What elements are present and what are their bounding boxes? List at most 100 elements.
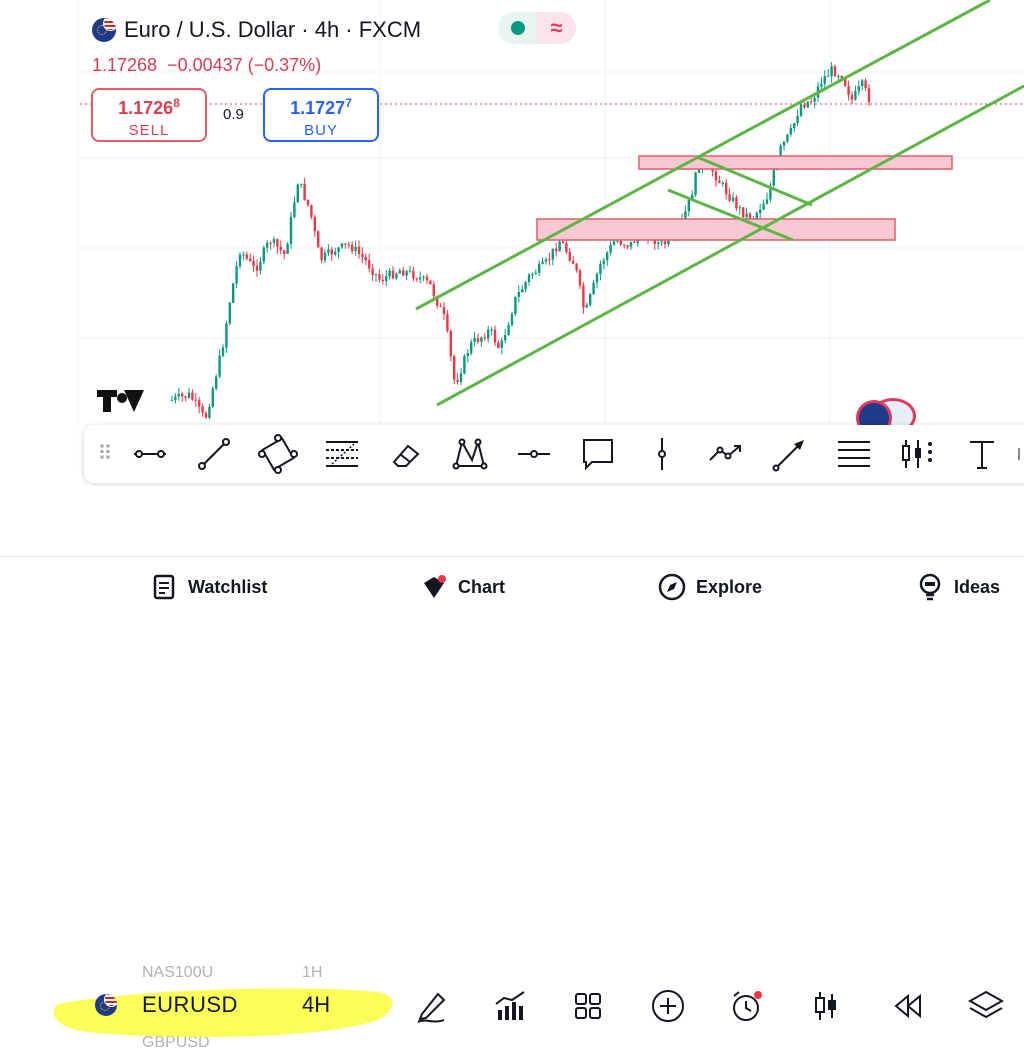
- candle-body: [398, 270, 401, 274]
- add-icon[interactable]: [646, 986, 690, 1026]
- nav-explore[interactable]: Explore: [658, 569, 762, 605]
- candle-body: [735, 197, 738, 209]
- candle-body: [731, 197, 735, 201]
- candle-body: [337, 247, 340, 253]
- layers-icon[interactable]: [964, 986, 1008, 1026]
- market-status-pill[interactable]: ≈: [498, 12, 576, 44]
- candle-body: [527, 274, 531, 282]
- candle-body: [470, 341, 473, 354]
- symbol-name[interactable]: EURUSD: [142, 992, 238, 1018]
- candle-body: [327, 249, 330, 253]
- candlestick-icon[interactable]: [804, 986, 848, 1026]
- channel-lower-line[interactable]: [436, 84, 1024, 407]
- candle-body: [803, 104, 806, 108]
- candle-body: [357, 246, 361, 254]
- candle-body: [742, 207, 745, 218]
- eurusd-flag-icon: [92, 18, 116, 42]
- candle-body: [514, 296, 517, 314]
- candle-body: [738, 207, 741, 209]
- buy-button[interactable]: 1.17277 BUY: [263, 88, 379, 142]
- candle-body: [497, 342, 500, 348]
- horizontal-line-icon[interactable]: [118, 429, 182, 479]
- horizontal-ray-icon[interactable]: [502, 429, 566, 479]
- candle-body: [191, 392, 194, 400]
- timeframe-selector[interactable]: 4H: [302, 992, 330, 1018]
- candle-body: [272, 239, 276, 243]
- candle-body: [306, 199, 310, 205]
- candle-body: [204, 412, 208, 418]
- candle-body: [575, 263, 578, 271]
- candle-body: [388, 270, 391, 277]
- replay-icon[interactable]: [884, 986, 928, 1026]
- candle-body: [799, 104, 803, 116]
- candle-body: [833, 66, 837, 77]
- arrow-icon[interactable]: [758, 429, 822, 479]
- path-icon[interactable]: [694, 429, 758, 479]
- more-icon[interactable]: [1014, 429, 1024, 479]
- eraser-icon[interactable]: [374, 429, 438, 479]
- candle-body: [844, 79, 847, 86]
- candle-body: [534, 272, 537, 275]
- candle-body: [177, 393, 180, 397]
- channel-upper-line[interactable]: [415, 0, 991, 311]
- candle-body: [276, 239, 279, 247]
- candle-body: [589, 294, 592, 305]
- chart-area[interactable]: Euro / U.S. Dollar · 4h · FXCM ≈ 1.17268…: [0, 0, 1024, 425]
- nav-chart[interactable]: Chart: [420, 569, 505, 605]
- candle-body: [313, 216, 316, 232]
- candle-body: [762, 203, 765, 210]
- indicators-icon[interactable]: [488, 986, 532, 1026]
- candle-body: [493, 329, 497, 343]
- candle-body: [517, 292, 520, 297]
- candle-body: [725, 182, 728, 195]
- candle-body: [687, 199, 690, 212]
- candle-body: [500, 340, 503, 348]
- text-icon[interactable]: [950, 429, 1014, 479]
- rotated-rectangle-icon[interactable]: [246, 429, 310, 479]
- nav-watchlist[interactable]: Watchlist: [150, 569, 267, 605]
- alarm-icon[interactable]: [724, 986, 768, 1026]
- candle-body: [439, 305, 442, 307]
- candle-body: [422, 276, 425, 278]
- ghost-timeframe-above: 1H: [302, 964, 323, 981]
- candle-body: [303, 183, 306, 200]
- candle-body: [810, 101, 813, 103]
- long-position-icon[interactable]: [886, 429, 950, 479]
- grip-icon[interactable]: ⠿: [92, 439, 118, 469]
- candle-body: [170, 399, 174, 401]
- grid-icon[interactable]: [566, 986, 610, 1026]
- candle-body: [728, 194, 731, 201]
- candle-body: [232, 283, 235, 303]
- symbol-header[interactable]: Euro / U.S. Dollar · 4h · FXCM: [92, 14, 421, 46]
- candle-body: [259, 261, 262, 271]
- parallel-lines-icon[interactable]: [822, 429, 886, 479]
- candle-body: [459, 373, 463, 382]
- candle-body: [551, 248, 554, 260]
- candle-body: [368, 260, 371, 269]
- candle-body: [293, 202, 296, 217]
- candle-body: [354, 246, 357, 252]
- vertical-line-icon[interactable]: [630, 429, 694, 479]
- candle-body: [249, 258, 252, 261]
- trend-line-icon[interactable]: [182, 429, 246, 479]
- callout-icon[interactable]: [566, 429, 630, 479]
- sell-button[interactable]: 1.17268 SELL: [91, 88, 207, 142]
- nav-ideas[interactable]: Ideas: [916, 569, 1000, 605]
- xabcd-pattern-icon[interactable]: [438, 429, 502, 479]
- pen-icon[interactable]: [410, 986, 454, 1026]
- candle-body: [521, 289, 524, 293]
- supply-zone-lower[interactable]: [536, 218, 896, 241]
- candle-body: [266, 242, 269, 248]
- fib-retracement-icon[interactable]: [310, 429, 374, 479]
- symbol-bar: NAS100U 1H GBPUSD EURUSD 4H: [0, 486, 1024, 1051]
- candle-body: [225, 323, 228, 348]
- nav-ideas-label: Ideas: [954, 576, 1001, 597]
- candle-body: [405, 271, 408, 276]
- candle-body: [837, 76, 840, 78]
- candle-body: [592, 282, 595, 295]
- candle-body: [221, 347, 225, 356]
- candle-body: [718, 180, 721, 184]
- candle-body: [242, 254, 245, 256]
- candle-body: [561, 241, 565, 244]
- candle-body: [684, 211, 687, 219]
